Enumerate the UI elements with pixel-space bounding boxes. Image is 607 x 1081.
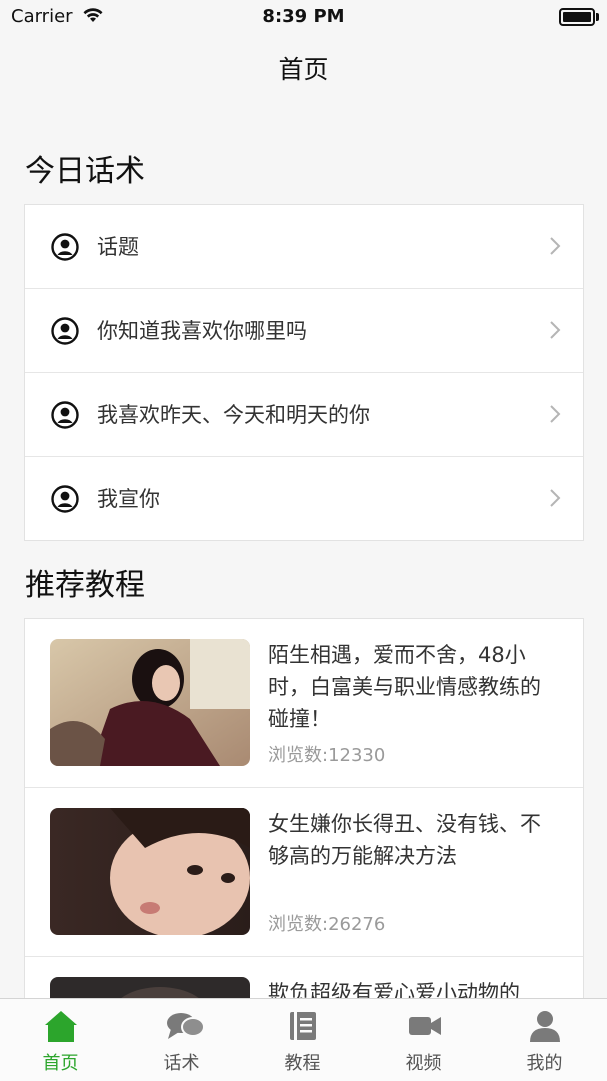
tab-label: 话术 — [163, 1053, 200, 1074]
talk-list-item[interactable]: 话题 — [25, 205, 583, 289]
user-circle-icon — [51, 485, 79, 513]
chevron-right-icon — [550, 489, 561, 507]
section-title-courses: 推荐教程 — [25, 568, 145, 603]
tab-label: 教程 — [284, 1053, 321, 1074]
tab-label: 视频 — [405, 1053, 442, 1074]
course-thumbnail — [50, 808, 250, 935]
course-title: 陌生相遇，爱而不舍，48小时，白富美与职业情感教练的碰撞！ — [268, 643, 541, 731]
course-list-item[interactable]: 陌生相遇，爱而不舍，48小时，白富美与职业情感教练的碰撞！ 浏览数:12330 — [25, 619, 583, 788]
chevron-right-icon — [550, 321, 561, 339]
tab-bar: 首页 话术 教程 视频 我的 — [0, 998, 607, 1081]
course-list-item[interactable]: 女生嫌你长得丑、没有钱、不够高的万能解决方法 浏览数:26276 — [25, 788, 583, 957]
course-thumbnail — [50, 639, 250, 766]
talk-item-label: 我宣你 — [97, 487, 160, 511]
tab-home[interactable]: 首页 — [0, 999, 121, 1081]
book-icon — [290, 1012, 316, 1040]
tab-course[interactable]: 教程 — [242, 999, 363, 1081]
battery-icon — [559, 8, 599, 26]
course-view-count: 浏览数:26276 — [268, 914, 386, 935]
course-title: 女生嫌你长得丑、没有钱、不够高的万能解决方法 — [268, 812, 541, 868]
chevron-right-icon — [550, 405, 561, 423]
tab-label: 我的 — [526, 1053, 563, 1074]
section-title-talk: 今日话术 — [25, 154, 145, 189]
video-icon — [409, 1017, 441, 1035]
talk-item-label: 话题 — [97, 235, 139, 259]
chat-icon — [167, 1013, 205, 1039]
tab-talk[interactable]: 话术 — [121, 999, 242, 1081]
user-circle-icon — [51, 401, 79, 429]
course-list: 陌生相遇，爱而不舍，48小时，白富美与职业情感教练的碰撞！ 浏览数:12330 … — [24, 618, 584, 1020]
person-icon — [530, 1011, 560, 1042]
status-bar: Carrier 8:39 PM — [0, 0, 607, 36]
home-icon — [45, 1011, 77, 1042]
tab-mine[interactable]: 我的 — [484, 999, 605, 1081]
talk-item-label: 我喜欢昨天、今天和明天的你 — [97, 403, 370, 427]
page-title: 首页 — [278, 55, 329, 84]
user-circle-icon — [51, 233, 79, 261]
talk-list-item[interactable]: 我喜欢昨天、今天和明天的你 — [25, 373, 583, 457]
talk-item-label: 你知道我喜欢你哪里吗 — [97, 319, 307, 343]
talk-list: 话题 你知道我喜欢你哪里吗 我喜欢昨天、今天和明天的你 我宣你 — [24, 204, 584, 541]
tab-label: 首页 — [42, 1053, 79, 1074]
user-circle-icon — [51, 317, 79, 345]
clock: 8:39 PM — [262, 6, 345, 27]
talk-list-item[interactable]: 你知道我喜欢你哪里吗 — [25, 289, 583, 373]
chevron-right-icon — [550, 237, 561, 255]
talk-list-item[interactable]: 我宣你 — [25, 457, 583, 540]
course-view-count: 浏览数:12330 — [268, 745, 386, 766]
tab-video[interactable]: 视频 — [363, 999, 484, 1081]
